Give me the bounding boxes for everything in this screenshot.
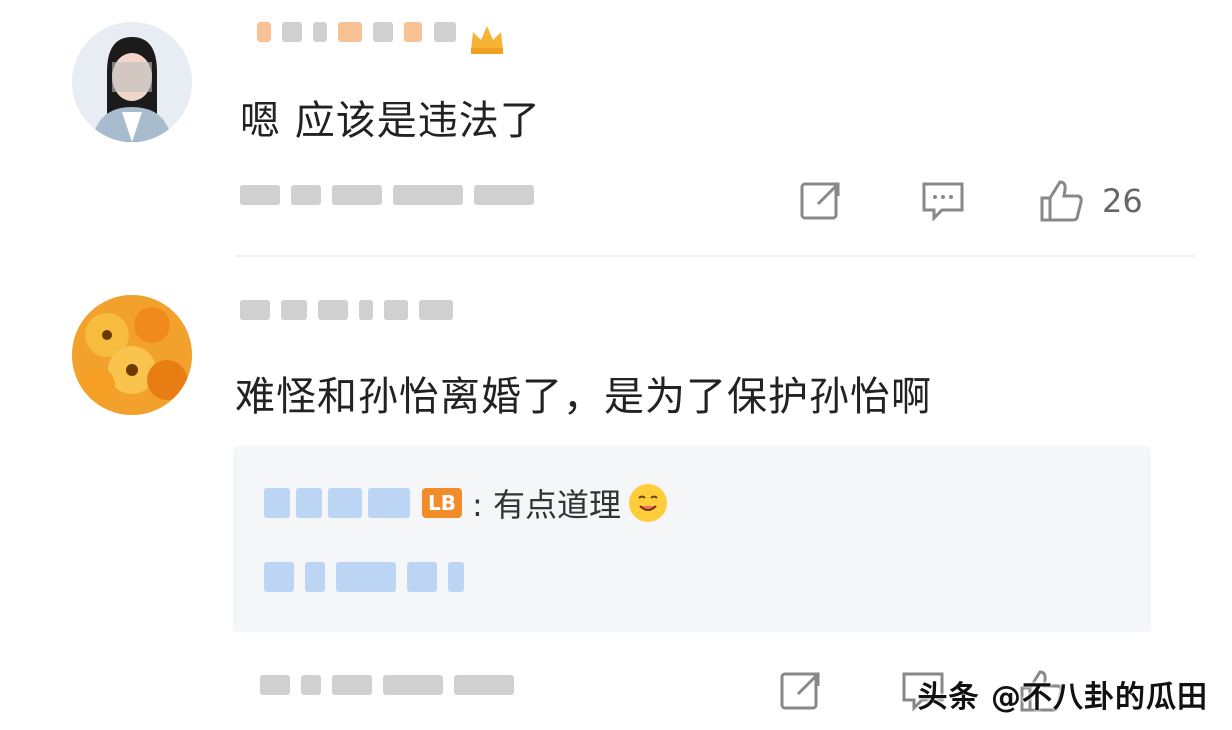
avatar[interactable] <box>72 295 192 415</box>
username-blurred[interactable] <box>257 22 527 62</box>
emoji-icon <box>628 484 667 522</box>
watermark: 头条 @不八卦的瓜田 <box>917 680 1208 715</box>
comment-actions: 26 <box>798 178 1143 224</box>
comment-meta-blurred <box>260 675 600 711</box>
like-count: 26 <box>1102 182 1143 220</box>
comment-text: 难怪和孙怡离婚了，是为了保护孙怡啊 <box>235 374 932 420</box>
user-avatar-image <box>72 22 192 142</box>
share-icon[interactable] <box>798 178 844 224</box>
reply-line: LB : 有点道理 <box>264 480 667 526</box>
reply-box[interactable] <box>233 446 1151 632</box>
username-blurred[interactable] <box>240 300 520 336</box>
like-icon[interactable] <box>1038 178 1084 224</box>
comment-icon[interactable] <box>920 178 966 224</box>
comment-divider <box>235 255 1195 257</box>
comment-meta-blurred <box>240 185 600 221</box>
user-avatar-image <box>72 295 192 415</box>
share-icon[interactable] <box>778 668 824 714</box>
level-badge: LB <box>422 488 462 518</box>
crown-icon <box>467 22 507 60</box>
reply-text: : 有点道理 <box>472 486 621 524</box>
avatar[interactable] <box>72 22 192 142</box>
reply-sub-blurred[interactable] <box>264 562 524 598</box>
comment-text: 嗯 应该是违法了 <box>240 98 541 144</box>
